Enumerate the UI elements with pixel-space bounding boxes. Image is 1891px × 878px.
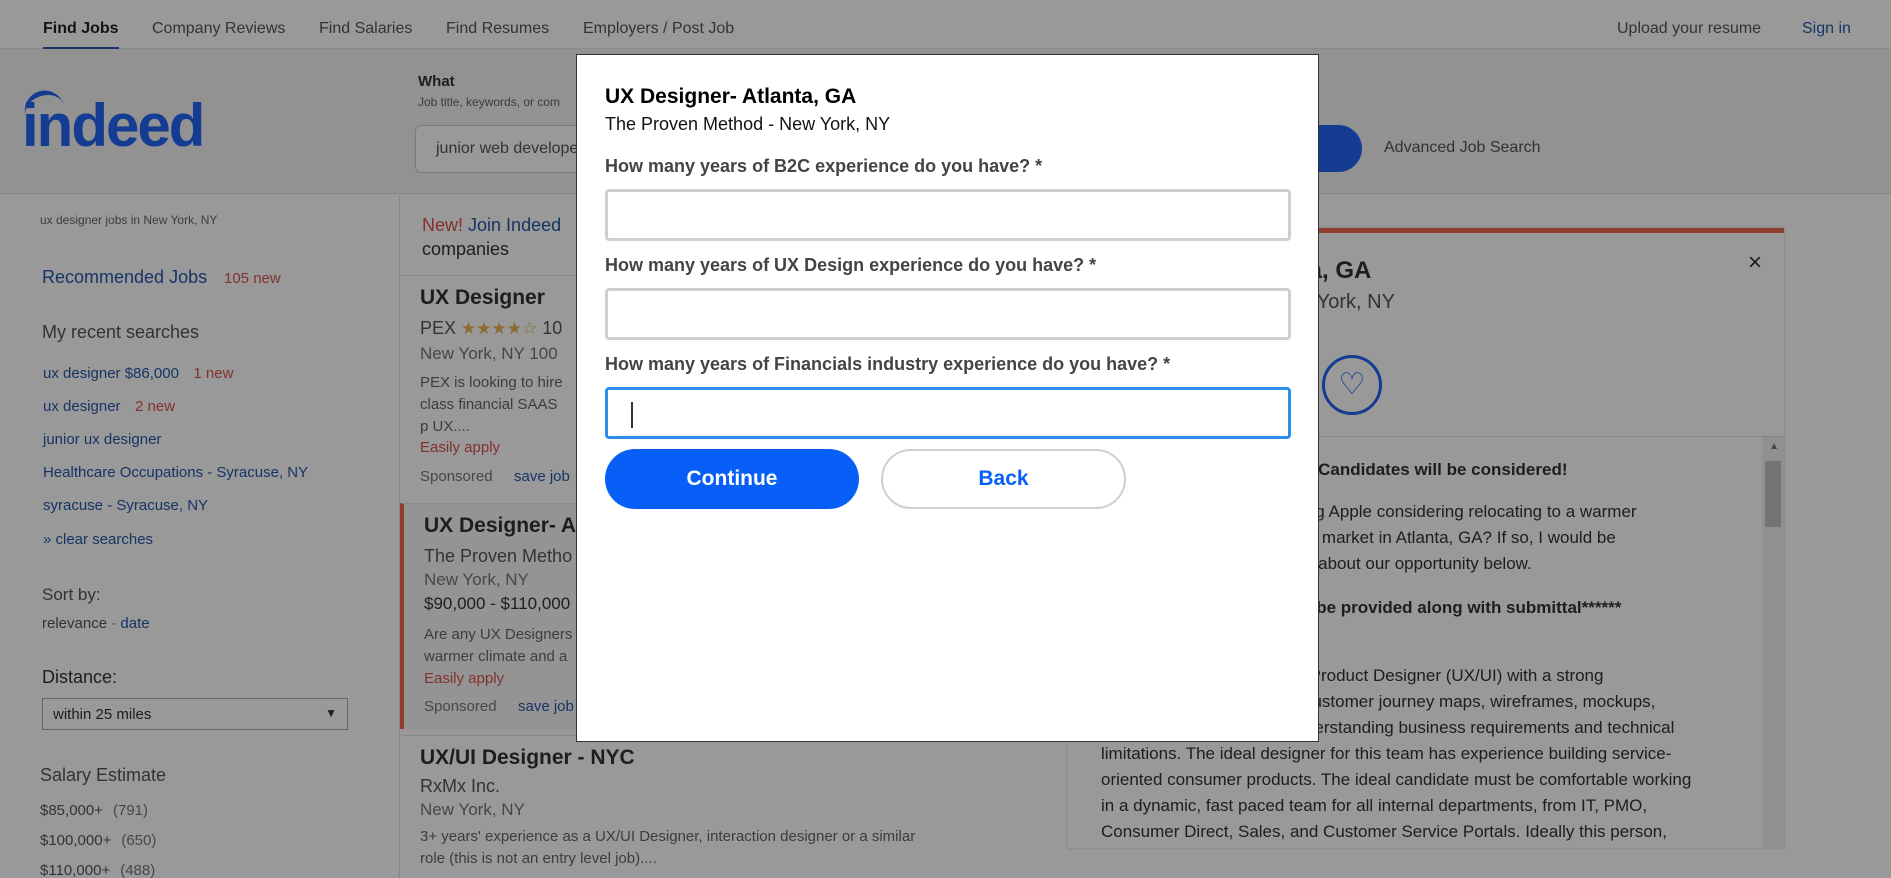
continue-button[interactable]: Continue	[605, 449, 859, 509]
modal-subtitle: The Proven Method - New York, NY	[605, 114, 891, 134]
financials-experience-input[interactable]	[605, 387, 1291, 439]
modal-title: UX Designer- Atlanta, GA	[605, 85, 857, 108]
question-label: How many years of UX Design experience d…	[605, 255, 1097, 275]
question-label: How many years of Financials industry ex…	[605, 354, 1171, 374]
screener-questions-modal: UX Designer- Atlanta, GA The Proven Meth…	[576, 54, 1319, 742]
back-button[interactable]: Back	[881, 449, 1126, 509]
question-label: How many years of B2C experience do you …	[605, 156, 1043, 176]
text-caret	[631, 402, 633, 428]
ux-design-experience-input[interactable]	[605, 288, 1291, 340]
b2c-experience-input[interactable]	[605, 189, 1291, 241]
